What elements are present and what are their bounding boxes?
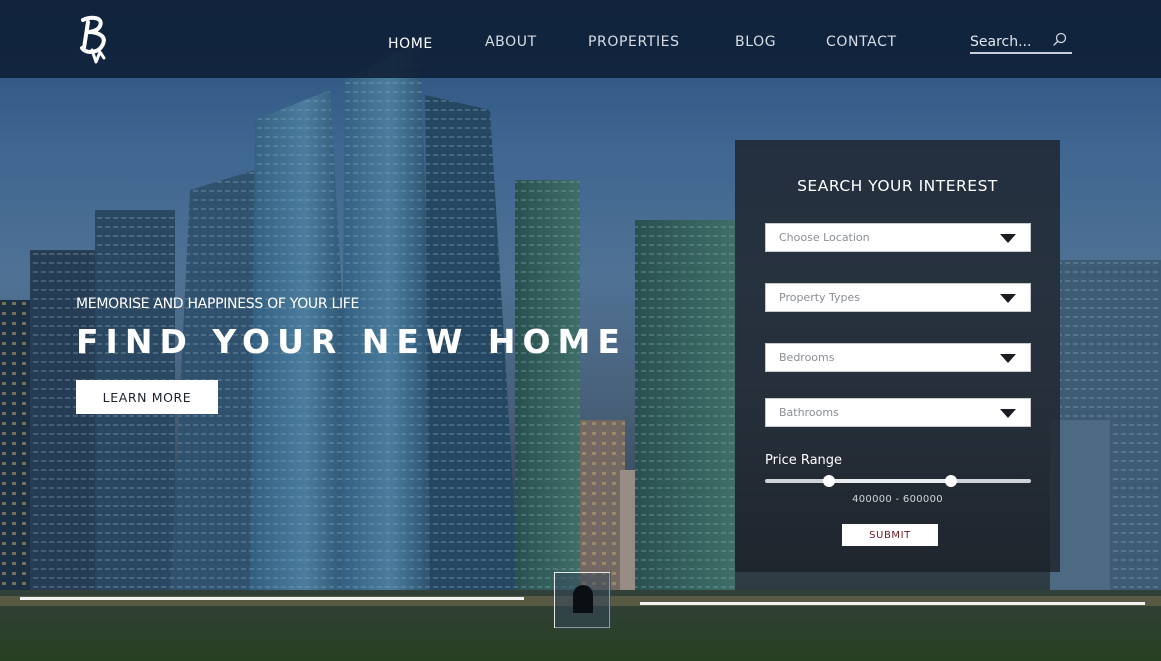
location-select[interactable]: Choose Location [765,223,1031,252]
hero-title: FIND YOUR NEW HOME [76,322,627,361]
price-range-fill [828,479,952,483]
nav-blog[interactable]: BLOG [735,34,776,50]
bedrooms-select[interactable]: Bedrooms [765,343,1031,372]
nav-home[interactable]: HOME [388,36,433,52]
learn-more-button[interactable]: LEARN MORE [76,380,218,414]
panel-title: SEARCH YOUR INTEREST [797,177,998,195]
bathrooms-select[interactable]: Bathrooms [765,398,1031,427]
search-input[interactable] [970,32,1050,52]
property-type-select[interactable]: Property Types [765,283,1031,312]
slide-indicator-line-right [640,602,1145,605]
chevron-down-icon [1000,234,1016,243]
slide-thumbnail-active[interactable] [554,572,611,629]
price-min-handle[interactable] [822,475,835,487]
submit-button[interactable]: SUBMIT [842,524,938,546]
nav-about[interactable]: ABOUT [485,34,537,50]
search-icon[interactable] [1052,32,1068,48]
site-header: HOME ABOUT PROPERTIES BLOG CONTACT [0,0,1161,78]
price-range-label: Price Range [765,453,843,468]
select-label: Bathrooms [779,406,839,419]
price-range-slider[interactable] [765,475,1031,487]
select-label: Bedrooms [779,351,835,364]
hero-subtitle: MEMORISE AND HAPPINESS OF YOUR LIFE [76,296,360,312]
price-range-value: 400000 - 600000 [852,494,943,505]
search-interest-panel: SEARCH YOUR INTEREST Choose Location Pro… [735,140,1060,572]
slide-indicator-line-left [20,597,524,600]
chevron-down-icon [1000,409,1016,418]
header-search [970,32,1072,54]
select-label: Choose Location [779,231,870,244]
slide-thumbnail-image [555,573,611,629]
price-max-handle[interactable] [945,475,958,487]
nav-properties[interactable]: PROPERTIES [588,34,680,50]
nav-contact[interactable]: CONTACT [826,34,897,50]
chevron-down-icon [1000,294,1016,303]
chevron-down-icon [1000,354,1016,363]
select-label: Property Types [779,291,861,304]
